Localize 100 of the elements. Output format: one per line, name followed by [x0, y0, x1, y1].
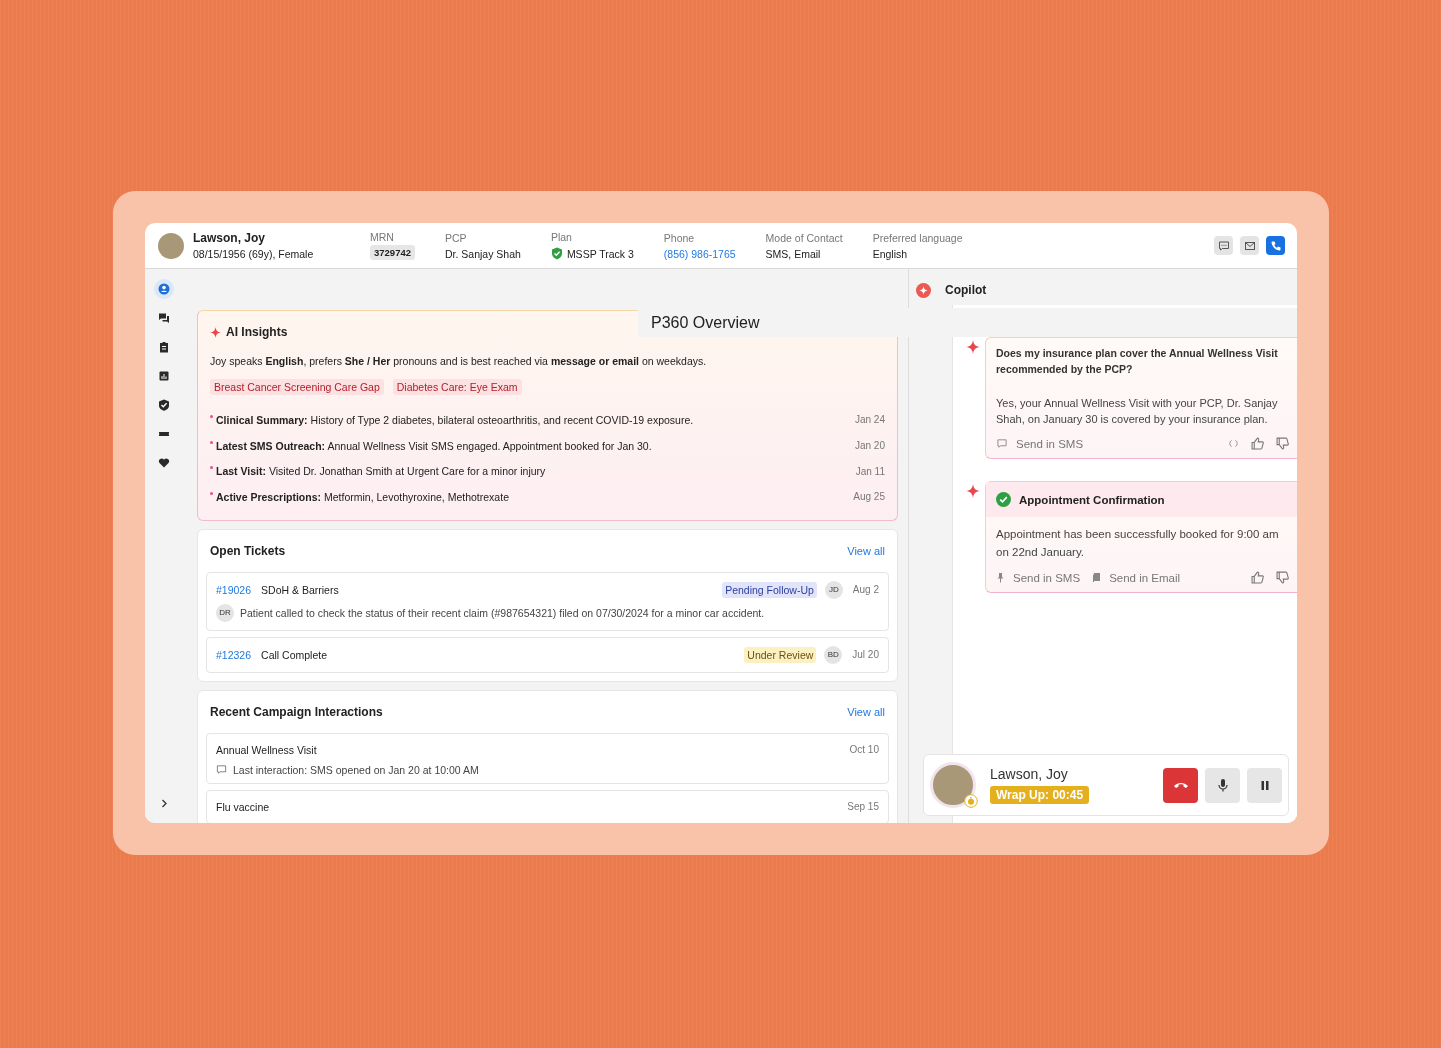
caller-name: Lawson, Joy — [990, 766, 1069, 782]
field-label: Preferred language — [872, 231, 963, 244]
bullet-dot — [210, 440, 213, 444]
thumbs-down-icon[interactable] — [1276, 437, 1289, 450]
ticket-title: SDoH & Barriers — [261, 583, 339, 596]
confirmation-title: Appointment Confirmation — [1019, 493, 1165, 506]
copilot-title: Copilot — [945, 283, 987, 297]
field-label: MRN — [370, 231, 394, 243]
status-badge: Under Review — [744, 646, 817, 663]
question-text: Does my insurance plan cover the Annual Wellness Visit recommended by the PCP? — [996, 346, 1279, 377]
insight-text: Latest SMS Outreach: Annual Wellness Visit SMS engaged. Appointment booked for Jan 30. — [216, 439, 653, 452]
campaign-row[interactable]: Flu vaccine Sep 15 — [206, 789, 889, 823]
field-label: Phone — [663, 231, 695, 244]
email-button[interactable] — [1240, 236, 1259, 255]
bullet-dot — [210, 415, 213, 418]
ticket-row[interactable]: #19026 SDoH & Barriers Pending Follow-Up JD Aug 2 DR Patient called to check the status of their recent claim (#987654321) filed on 07/30/2024 for a minor car accident. — [206, 571, 889, 631]
sparkle-icon — [966, 484, 980, 498]
patient-name: Lawson, Joy — [193, 231, 267, 245]
heart-icon — [158, 457, 170, 469]
campaign-date: Sep 15 — [847, 801, 879, 813]
field-label: Plan — [550, 231, 572, 243]
insight-date: Jan 20 — [854, 440, 885, 452]
ticket-title: Call Complete — [261, 648, 327, 661]
pause-button[interactable] — [1247, 767, 1282, 803]
section-title: Recent Campaign Interactions — [210, 704, 383, 719]
assignee-initials: BD — [824, 645, 843, 664]
insight-date: Jan 24 — [854, 414, 885, 426]
phone-link[interactable]: (856) 986-1765 — [663, 247, 736, 260]
field-value: SMS, Email — [765, 247, 821, 260]
ticket-id-link[interactable]: #12326 — [216, 648, 252, 661]
chevron-right-icon[interactable] — [161, 799, 167, 808]
campaign-row[interactable]: Annual Wellness Visit Oct 10 Last interaction: SMS opened on Jan 20 at 10:00 AM — [206, 732, 889, 784]
sparkle-icon — [966, 340, 980, 354]
section-title: Open Tickets — [210, 543, 286, 558]
status-badge: Pending Follow-Up — [722, 581, 817, 598]
insight-text: Clinical Summary: History of Type 2 diabetes, bilateral osteoarthritis, and recent COVID-19 exposure. — [216, 413, 695, 426]
card-title: AI Insights — [226, 325, 288, 339]
overview-title: P360 Overview — [651, 313, 760, 332]
answer-text: Yes, your Annual Wellness Visit with your PCP, Dr. Sanjay Shah, on January 30 is covered by your insurance plan. — [996, 396, 1279, 427]
bullet-dot — [210, 492, 213, 496]
ticket-row[interactable]: #12326 Call Complete Under Review BD Jul 20 — [206, 636, 889, 673]
pin-icon — [996, 572, 1005, 583]
clipboard-icon — [158, 341, 170, 353]
insight-date: Aug 25 — [853, 491, 885, 503]
view-all-link[interactable]: View all — [847, 705, 885, 718]
answer-text: Appointment has been successfully booked for 9:00 am on 22nd January. — [996, 527, 1280, 560]
plan-value: MSSP Track 3 — [566, 247, 634, 260]
reporter-initials: DR — [216, 603, 234, 622]
care-gap-tag[interactable]: Diabetes Care: Eye Exam — [392, 379, 522, 395]
field-label: PCP — [445, 231, 467, 244]
view-all-link[interactable]: View all — [847, 544, 885, 557]
check-circle-icon — [996, 492, 1011, 507]
message-icon — [216, 764, 227, 776]
mute-button[interactable] — [1205, 767, 1240, 803]
care-gap-tag[interactable]: Breast Cancer Screening Care Gap — [210, 379, 384, 395]
user-icon — [158, 283, 170, 295]
insight-summary: Joy speaks English, prefers She / Her pronouns and is best reached via message or email on weekdays. — [210, 355, 708, 367]
ticket-description: Patient called to check the status of their recent claim (#987654321) filed on 07/30/2024 for a minor car accident. — [240, 606, 765, 619]
avatar-placeholder — [158, 232, 184, 259]
sparkle-icon — [210, 326, 221, 338]
call-button[interactable] — [1266, 236, 1285, 255]
field-value: English — [872, 247, 908, 260]
chat-icon — [158, 312, 170, 324]
assignee-initials: JD — [824, 580, 843, 599]
phone-hangup-icon — [1172, 781, 1189, 789]
bar-chart-icon — [158, 370, 170, 382]
bullet-dot — [210, 466, 213, 470]
campaign-name: Annual Wellness Visit — [216, 743, 317, 756]
send-button[interactable]: Send in Email — [1092, 571, 1181, 584]
timer-icon — [964, 794, 978, 808]
envelope-icon — [1243, 239, 1256, 252]
field-label: Mode of Contact — [765, 231, 843, 244]
send-button[interactable]: Send in SMS — [996, 437, 1084, 450]
shield-check-icon — [158, 399, 170, 411]
thumbs-up-icon[interactable] — [1251, 437, 1264, 450]
phone-icon — [1269, 239, 1282, 252]
wrap-up-badge: Wrap Up: 00:45 — [990, 786, 1090, 804]
insight-text: Last Visit: Visited Dr. Jonathan Smith at Urgent Care for a minor injury — [216, 465, 547, 478]
mrn-badge: 3729742 — [370, 245, 415, 260]
send-button[interactable]: Send in SMS — [996, 571, 1081, 584]
insight-text: Active Prescriptions: Metformin, Levothyroxine, Methotrexate — [216, 490, 510, 503]
message-button[interactable] — [1214, 236, 1233, 255]
campaign-detail: Last interaction: SMS opened on Jan 20 at 10:00 AM — [233, 763, 479, 776]
pause-icon — [1259, 779, 1270, 791]
ticket-id-link[interactable]: #19026 — [216, 583, 252, 596]
ticket-date: Jul 20 — [852, 649, 879, 661]
shield-check-icon — [550, 247, 563, 260]
hangup-button[interactable] — [1163, 767, 1198, 803]
thumbs-down-icon[interactable] — [1276, 571, 1289, 584]
campaign-name: Flu vaccine — [216, 800, 270, 813]
chat-bubble-icon — [1217, 239, 1230, 252]
field-value: Dr. Sanjay Shah — [445, 247, 521, 260]
insight-date: Jan 11 — [855, 465, 885, 477]
thumbs-up-icon[interactable] — [1251, 571, 1264, 584]
campaign-date: Oct 10 — [849, 744, 879, 756]
copy-icon — [1092, 572, 1102, 583]
patient-details: 08/15/1956 (69y), Female — [193, 248, 314, 260]
microphone-icon — [1217, 778, 1228, 792]
ticket-date: Aug 2 — [852, 584, 879, 596]
chat-bubble-icon — [996, 438, 1008, 449]
